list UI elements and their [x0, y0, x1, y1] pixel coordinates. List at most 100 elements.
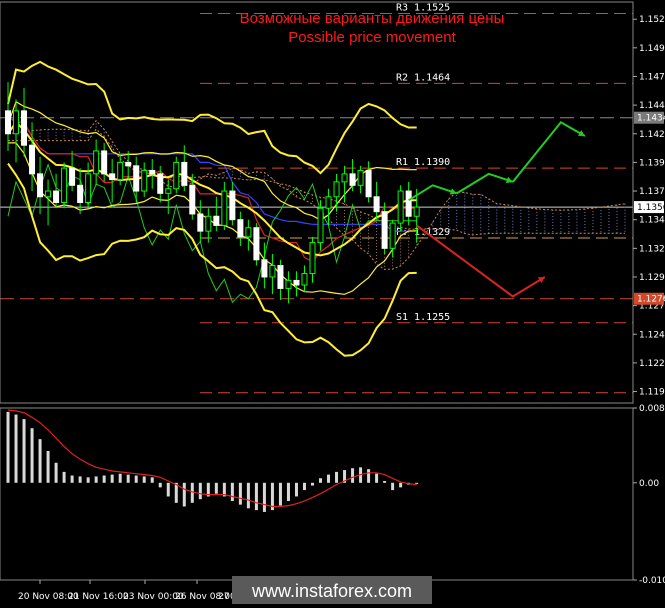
candle-body: [285, 279, 292, 289]
macd-bar: [198, 482, 202, 500]
candle-body: [5, 110, 12, 135]
macd-bar: [86, 477, 90, 483]
macd-bar: [54, 462, 58, 483]
macd-bar: [6, 411, 10, 483]
title-russian: Возможные варианты движения цены: [240, 10, 505, 27]
macd-bar: [150, 477, 154, 483]
macd-y-tick-label: -0.01068: [639, 576, 665, 586]
candle-body: [357, 169, 364, 186]
candle-body: [125, 161, 132, 167]
candle-body: [325, 196, 332, 209]
candle-body: [117, 161, 124, 181]
y-tick-label: 1.1195: [639, 388, 665, 398]
bollinger-lower: [7, 162, 417, 357]
y-tick-label: 1.1420: [639, 130, 665, 140]
pivot-level-label: R1 1.1390: [396, 157, 450, 168]
forecast-arrow: [512, 121, 586, 183]
candle-body: [245, 227, 252, 238]
candle-body: [29, 144, 36, 175]
macd-bar: [230, 482, 234, 502]
candle-body: [61, 167, 68, 203]
candle-body: [21, 110, 28, 146]
candle-body: [317, 207, 324, 244]
macd-bar: [158, 482, 162, 488]
macd-bar: [78, 476, 82, 483]
macd-bar: [375, 473, 379, 483]
macd-bar: [102, 475, 106, 483]
candle-body: [333, 181, 340, 198]
macd-bar: [238, 482, 242, 505]
chart-canvas: R3 1.1525R2 1.1464R1 1.1390P: 1.1329S1 1…: [0, 1, 665, 602]
price-tag-label: 1.1276: [637, 295, 665, 305]
candle-body: [293, 279, 300, 286]
candle-body: [101, 150, 108, 175]
price-tag-label: 1.1434: [637, 114, 665, 124]
y-tick-label: 1.1495: [639, 44, 665, 54]
y-tick-label: 1.1295: [639, 273, 665, 283]
macd-signal-line: [7, 409, 417, 508]
candle-body: [381, 211, 388, 249]
macd-bar: [351, 468, 355, 483]
macd-bar: [367, 469, 371, 483]
candle-body: [309, 242, 316, 275]
candle-body: [277, 265, 284, 289]
candle-body: [197, 213, 204, 232]
candle-body: [165, 188, 172, 194]
y-tick-label: 1.1445: [639, 101, 665, 111]
macd-bar: [399, 482, 403, 488]
macd-bar: [166, 482, 170, 497]
macd-bar: [262, 482, 266, 512]
macd-bar: [110, 474, 114, 483]
candle-body: [253, 227, 260, 261]
macd-bar: [294, 482, 298, 497]
candle-body: [141, 169, 148, 192]
candle-body: [13, 110, 20, 135]
candle-body: [157, 173, 164, 194]
forecast-arrow: [456, 172, 514, 195]
macd-bar: [182, 482, 186, 507]
candle-body: [221, 190, 228, 226]
candle-body: [109, 173, 116, 181]
macd-bar: [286, 482, 290, 502]
macd-y-tick-label: 0.00: [639, 479, 659, 489]
y-tick-label: 1.1245: [639, 330, 665, 340]
candle-body: [405, 190, 412, 217]
macd-bar: [142, 476, 146, 483]
watermark-banner[interactable]: www.instaforex.com: [232, 576, 432, 604]
candle-body: [349, 173, 356, 186]
macd-bar: [214, 482, 218, 494]
candle-body: [149, 169, 156, 175]
macd-bar: [38, 439, 42, 483]
candle-body: [261, 259, 268, 278]
candle-body: [229, 190, 236, 221]
macd-bar: [190, 482, 194, 503]
macd-bar: [30, 428, 34, 483]
macd-bar: [391, 482, 395, 491]
candle-body: [269, 265, 276, 278]
macd-bar: [278, 482, 282, 506]
y-tick-label: 1.1320: [639, 244, 665, 254]
title-english: Possible price movement: [288, 29, 456, 46]
macd-bar: [327, 474, 331, 483]
macd-bar: [383, 480, 387, 483]
macd-panel: [6, 409, 419, 512]
candle-body: [205, 215, 212, 232]
pivot-level-label: S1 1.1255: [396, 312, 450, 323]
y-tick-label: 1.1520: [639, 15, 665, 25]
bollinger-middle: [7, 120, 417, 257]
candle-body: [77, 184, 84, 203]
candle-body: [53, 190, 60, 204]
candle-body: [389, 222, 396, 249]
senkou-span-a: [7, 119, 626, 270]
macd-bar: [14, 414, 18, 483]
candle-body: [365, 169, 372, 198]
macd-y-tick-label: 0.00822: [639, 404, 665, 414]
macd-bar: [335, 471, 339, 483]
candle-body: [37, 173, 44, 198]
y-tick-label: 1.1370: [639, 187, 665, 197]
pivot-level-label: R2 1.1464: [396, 72, 450, 83]
candle-body: [69, 167, 76, 186]
price-panel: R3 1.1525R2 1.1464R1 1.1390P: 1.1329S1 1…: [0, 2, 633, 394]
y-tick-label: 1.1470: [639, 72, 665, 82]
macd-bar: [134, 475, 138, 483]
